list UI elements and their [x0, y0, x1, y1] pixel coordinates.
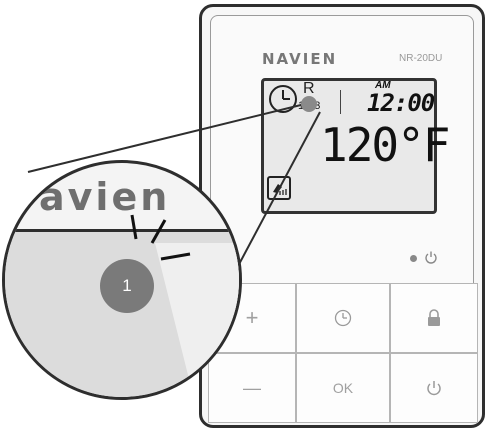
- plus-label: +: [245, 305, 259, 330]
- lcd-time: 12:00: [367, 89, 435, 117]
- clock-icon: [334, 309, 352, 327]
- keypad: + — OK: [208, 283, 478, 423]
- lcd-temperature: 120°F: [320, 118, 450, 172]
- model-number: NR-20DU: [399, 53, 443, 64]
- shower-icon: [267, 176, 291, 200]
- status-led: [410, 255, 417, 262]
- brand-logo: NAVIEN: [262, 50, 338, 68]
- power-button[interactable]: [390, 353, 478, 423]
- lcd-separator: [340, 90, 341, 114]
- lock-icon: [428, 309, 440, 326]
- clock-button[interactable]: [296, 283, 390, 353]
- clock-icon: [269, 85, 297, 113]
- lock-button[interactable]: [390, 283, 478, 353]
- badge-number: 1: [122, 276, 132, 295]
- magnifier-callout: avien 1: [2, 160, 242, 400]
- lcd-reservation-label: R: [303, 80, 315, 97]
- ok-label: OK: [332, 380, 354, 396]
- program-number-badge: 1: [100, 259, 154, 313]
- power-icon: [427, 381, 441, 396]
- ok-button[interactable]: OK: [296, 353, 390, 423]
- lcd-program-digits: 123: [298, 100, 323, 112]
- power-icon: [425, 251, 437, 264]
- minus-label: —: [243, 377, 261, 398]
